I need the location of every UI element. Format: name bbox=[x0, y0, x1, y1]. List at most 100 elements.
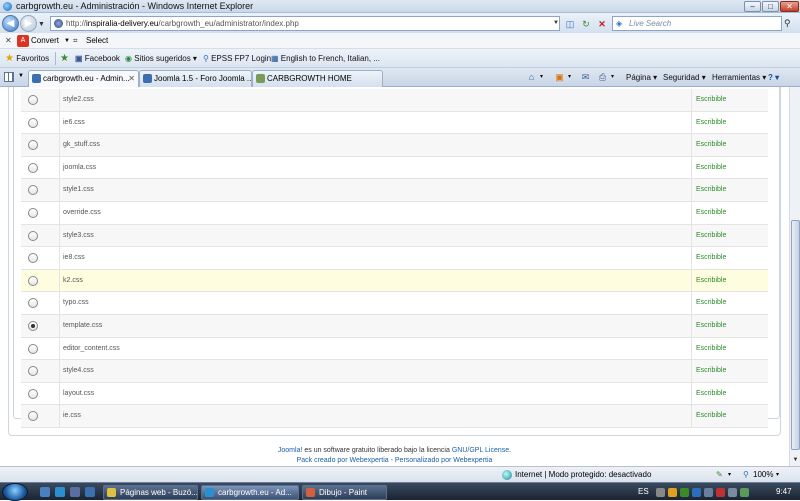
favorite-link-suggested[interactable]: ◉ Sitios sugeridos ▾ bbox=[125, 49, 197, 68]
convert-button[interactable]: Convert bbox=[31, 33, 59, 49]
outlook-quicklaunch-icon[interactable] bbox=[85, 487, 95, 497]
file-radio[interactable] bbox=[28, 298, 38, 309]
search-icon[interactable]: ⚲ bbox=[784, 18, 791, 29]
add-favorite-icon[interactable]: ★ bbox=[60, 49, 69, 68]
convert-dropdown[interactable]: ▼ bbox=[64, 33, 70, 49]
forward-button[interactable]: ▶ bbox=[20, 15, 37, 32]
table-row[interactable]: gk_stuff.css Escribible bbox=[21, 134, 768, 157]
start-button[interactable] bbox=[2, 483, 28, 501]
table-row[interactable]: layout.css Escribible bbox=[21, 382, 768, 406]
tray-icon[interactable] bbox=[680, 488, 689, 497]
file-radio[interactable] bbox=[28, 162, 38, 173]
table-row[interactable]: style2.css Escribible bbox=[21, 89, 768, 112]
compatibility-view-icon[interactable]: ◫ bbox=[563, 16, 577, 31]
close-tab-icon[interactable]: ✕ bbox=[128, 71, 135, 86]
file-radio[interactable] bbox=[28, 253, 38, 264]
language-indicator[interactable]: ES bbox=[638, 484, 649, 500]
page-menu[interactable]: Página ▾ bbox=[626, 68, 657, 87]
zoom-level[interactable]: 100% bbox=[753, 467, 773, 483]
stop-icon[interactable]: ✕ bbox=[595, 16, 609, 31]
table-row[interactable]: editor_content.css Escribible bbox=[21, 337, 768, 361]
file-radio[interactable] bbox=[28, 117, 38, 128]
file-radio[interactable] bbox=[28, 230, 38, 241]
zone-settings-icon[interactable]: ✎ bbox=[716, 467, 723, 483]
table-row[interactable]: style3.css Escribible bbox=[21, 224, 768, 248]
table-row[interactable]: style1.css Escribible bbox=[21, 179, 768, 202]
print-icon[interactable]: ⎙ bbox=[597, 72, 608, 82]
file-radio[interactable] bbox=[28, 140, 38, 151]
address-dropdown[interactable]: ▼ bbox=[552, 16, 560, 31]
webexpertia-link-2[interactable]: Webexpertia bbox=[453, 457, 492, 464]
tab-joomla-forum[interactable]: Joomla 1.5 - Foro Joomla ... bbox=[139, 70, 252, 87]
license-link[interactable]: GNU/GPL License bbox=[452, 447, 509, 454]
quick-tabs-icon[interactable] bbox=[4, 72, 14, 82]
close-toolbar-icon[interactable]: ✕ bbox=[5, 33, 12, 49]
task-paint[interactable]: Dibujo - Paint bbox=[302, 485, 387, 500]
favorite-link-epss[interactable]: ⚲ EPSS FP7 Login bbox=[203, 49, 271, 68]
table-row[interactable]: ie6.css Escribible bbox=[21, 111, 768, 135]
task-ie[interactable]: carbgrowth.eu - Ad... bbox=[201, 485, 299, 500]
help-menu[interactable]: ? ▾ bbox=[768, 68, 779, 87]
table-row[interactable]: joomla.css Escribible bbox=[21, 156, 768, 180]
volume-icon[interactable] bbox=[728, 488, 737, 497]
zone-dropdown[interactable]: ▾ bbox=[728, 467, 731, 483]
file-radio[interactable] bbox=[28, 275, 38, 286]
scrollbar-thumb[interactable] bbox=[791, 220, 800, 450]
ie-quicklaunch-icon[interactable] bbox=[55, 487, 65, 497]
search-input[interactable]: ◈ Live Search bbox=[612, 16, 782, 31]
print-dropdown[interactable]: ▾ bbox=[611, 68, 614, 87]
joomla-link[interactable]: Joomla! bbox=[278, 447, 303, 454]
table-row[interactable]: ie8.css Escribible bbox=[21, 247, 768, 270]
recent-pages-dropdown[interactable]: ▼ bbox=[38, 21, 45, 28]
file-radio[interactable] bbox=[28, 95, 38, 105]
security-zone-text[interactable]: Internet | Modo protegido: desactivado bbox=[515, 467, 651, 483]
table-row[interactable]: style4.css Escribible bbox=[21, 360, 768, 383]
select-button[interactable]: Select bbox=[86, 33, 108, 49]
security-icon[interactable] bbox=[716, 488, 725, 497]
table-row[interactable]: typo.css Escribible bbox=[21, 292, 768, 315]
table-row[interactable]: override.css Escribible bbox=[21, 201, 768, 225]
file-radio[interactable] bbox=[28, 411, 38, 422]
feeds-dropdown[interactable]: ▾ bbox=[568, 68, 571, 87]
favorite-link-facebook[interactable]: ▣ Facebook bbox=[75, 49, 120, 68]
switch-windows-icon[interactable] bbox=[70, 487, 80, 497]
address-input[interactable]: http://inspiralia-delivery.eu/carbgrowth… bbox=[50, 16, 560, 31]
vertical-scrollbar[interactable]: ▼ bbox=[789, 87, 800, 466]
tray-icon[interactable] bbox=[656, 488, 665, 497]
close-window-button[interactable]: ✕ bbox=[780, 1, 799, 12]
safety-menu[interactable]: Seguridad ▾ bbox=[663, 68, 706, 87]
tray-icon[interactable] bbox=[692, 488, 701, 497]
network-icon[interactable] bbox=[704, 488, 713, 497]
home-dropdown[interactable]: ▾ bbox=[540, 68, 543, 87]
file-radio[interactable] bbox=[28, 185, 38, 196]
file-radio[interactable] bbox=[28, 320, 38, 331]
zoom-dropdown[interactable]: ▾ bbox=[776, 467, 779, 483]
refresh-icon[interactable]: ↻ bbox=[579, 16, 593, 31]
webexpertia-link[interactable]: Webexpertia bbox=[349, 457, 388, 464]
table-row[interactable]: ie.css Escribible bbox=[21, 405, 768, 428]
scroll-down-arrow[interactable]: ▼ bbox=[791, 455, 800, 465]
tools-menu[interactable]: Herramientas ▾ bbox=[712, 68, 766, 87]
back-button[interactable]: ◀ bbox=[2, 15, 19, 32]
table-row[interactable]: k2.css Escribible bbox=[21, 269, 768, 293]
file-radio[interactable] bbox=[28, 366, 38, 377]
maximize-button[interactable]: □ bbox=[762, 1, 779, 12]
file-radio[interactable] bbox=[28, 343, 38, 354]
table-row[interactable]: template.css Escribible bbox=[21, 314, 768, 338]
tray-icon[interactable] bbox=[740, 488, 749, 497]
feeds-icon[interactable]: ▣ bbox=[554, 72, 565, 82]
minimize-button[interactable]: – bbox=[744, 1, 761, 12]
tray-icon[interactable] bbox=[668, 488, 677, 497]
tab-carbgrowth-home[interactable]: CARBGROWTH HOME bbox=[252, 70, 383, 87]
clock[interactable]: 9:47 bbox=[776, 484, 792, 500]
mail-icon[interactable]: ✉ bbox=[580, 72, 591, 82]
home-icon[interactable]: ⌂ bbox=[526, 72, 537, 82]
tab-list-dropdown[interactable]: ▼ bbox=[18, 73, 24, 79]
favorites-button[interactable]: ★ Favoritos bbox=[5, 49, 49, 68]
task-outlook[interactable]: Páginas web - Buzó... bbox=[103, 485, 198, 500]
file-radio[interactable] bbox=[28, 388, 38, 399]
file-radio[interactable] bbox=[28, 207, 38, 218]
show-desktop-icon[interactable] bbox=[40, 487, 50, 497]
favorite-link-translate[interactable]: ▦ English to French, Italian, ... bbox=[271, 49, 380, 68]
tab-carbgrowth-admin[interactable]: carbgrowth.eu - Admin... ✕ bbox=[28, 70, 139, 87]
